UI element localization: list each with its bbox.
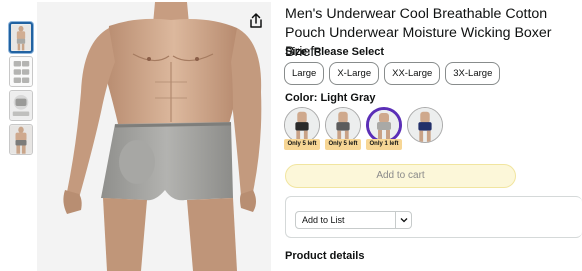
- size-label: Size: Please Select: [285, 46, 384, 58]
- swatch-dark-gray-image: [326, 108, 360, 142]
- thumbnail-2[interactable]: [9, 56, 33, 87]
- add-to-list-dropdown[interactable]: Add to List: [295, 211, 412, 229]
- thumbnail-strip: [9, 22, 35, 158]
- stock-badge-light-gray: Only 1 left: [366, 139, 402, 150]
- color-swatches: [284, 107, 443, 143]
- stock-badge-navy: [407, 139, 443, 150]
- add-to-list-label: Add to List: [302, 215, 345, 225]
- swatch-black-image: [285, 108, 319, 142]
- size-options: Large X-Large XX-Large 3X-Large: [284, 62, 501, 85]
- stock-badges: Only 5 left Only 5 left Only 1 left: [284, 139, 443, 150]
- thumbnail-1[interactable]: [9, 22, 33, 53]
- thumbnail-2-image: [10, 57, 32, 86]
- swatch-black[interactable]: [284, 107, 320, 143]
- size-option-large[interactable]: Large: [284, 62, 325, 85]
- size-selection: Please Select: [313, 46, 385, 58]
- size-option-x-large[interactable]: X-Large: [329, 62, 380, 85]
- share-icon[interactable]: [246, 11, 266, 31]
- chevron-down-icon[interactable]: [395, 212, 411, 228]
- swatch-dark-gray[interactable]: [325, 107, 361, 143]
- stock-badge-dark-gray: Only 5 left: [325, 139, 361, 150]
- color-label-text: Color:: [285, 92, 318, 104]
- main-product-image[interactable]: [37, 2, 271, 271]
- thumbnail-4[interactable]: [9, 124, 33, 155]
- stock-badge-black: Only 5 left: [284, 139, 320, 150]
- thumbnail-3-image: [10, 91, 32, 120]
- model-photo: [37, 2, 271, 271]
- swatch-light-gray-image: [369, 110, 399, 140]
- color-selection: Light Gray: [320, 92, 376, 104]
- thumbnail-3[interactable]: [9, 90, 33, 121]
- add-to-cart-button[interactable]: Add to cart: [285, 164, 516, 188]
- swatch-navy[interactable]: [407, 107, 443, 143]
- thumbnail-4-image: [10, 125, 32, 154]
- size-option-3x-large[interactable]: 3X-Large: [445, 62, 501, 85]
- thumbnail-1-image: [11, 24, 31, 51]
- swatch-light-gray[interactable]: [366, 107, 402, 143]
- size-option-xx-large[interactable]: XX-Large: [384, 62, 441, 85]
- color-label: Color: Light Gray: [285, 92, 375, 104]
- swatch-navy-image: [408, 108, 442, 142]
- product-details-heading: Product details: [285, 250, 365, 262]
- size-label-text: Size:: [285, 46, 311, 58]
